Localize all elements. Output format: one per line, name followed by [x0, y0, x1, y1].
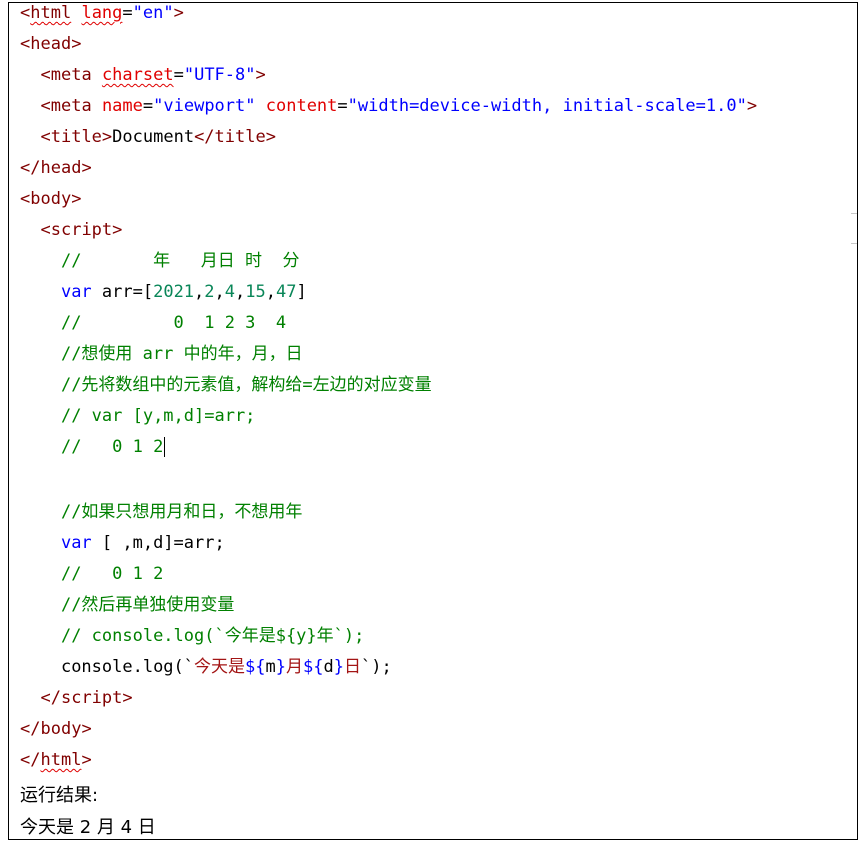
code-line-comment-console-year: // console.log(`今年是${y}年`); — [60, 626, 365, 646]
code-line-comment-date-parts: // 年 月日 时 分 — [60, 251, 300, 271]
code-line-comment-012: // 0 1 2 — [60, 564, 164, 584]
code-line-script-open: <script> — [40, 220, 123, 240]
code-line-comment-use-arr: //想使用 arr 中的年，月，日 — [60, 344, 303, 364]
code-line-comment-indexes: // 0 1 2 3 4 — [60, 313, 287, 333]
code-line-head-open: <head> — [20, 34, 82, 54]
code-line-comment-use-vars: //然后再单独使用变量 — [60, 595, 235, 615]
code-line-body-close: </body> — [20, 719, 92, 739]
code-line-comment-var-ymd: // var [y,m,d]=arr; — [60, 406, 256, 426]
frame-edge-tick — [851, 243, 857, 244]
code-line-console-log: console.log(`今天是${m}月${d}日`); — [60, 657, 392, 677]
code-line-comment-012-caret: // 0 1 2 — [60, 437, 166, 457]
code-line-script-close: </script> — [40, 688, 133, 708]
code-line-html-open: <html lang="en"> — [20, 3, 184, 23]
result-label: 运行结果: — [20, 785, 99, 806]
code-line-head-close: </head> — [20, 158, 92, 178]
result-output: 今天是 2 月 4 日 — [20, 817, 156, 838]
code-line-html-close: </html> — [20, 750, 92, 770]
code-line-comment-destructure: //先将数组中的元素值，解构给=左边的对应变量 — [60, 375, 432, 395]
code-line-meta-viewport: <meta name="viewport" content="width=dev… — [40, 96, 758, 116]
code-line-comment-month-day: //如果只想用月和日，不想用年 — [60, 502, 303, 522]
code-line-body-open: <body> — [20, 189, 82, 209]
frame-edge-tick — [851, 213, 857, 214]
code-line-title: <title>Document</title> — [40, 127, 276, 147]
code-line-meta-charset: <meta charset="UTF-8"> — [40, 65, 266, 85]
code-line-arr-declaration: var arr=[2021,2,4,15,47] — [60, 282, 307, 302]
text-cursor — [164, 437, 166, 457]
code-line-var-md: var [ ,m,d]=arr; — [60, 533, 225, 553]
